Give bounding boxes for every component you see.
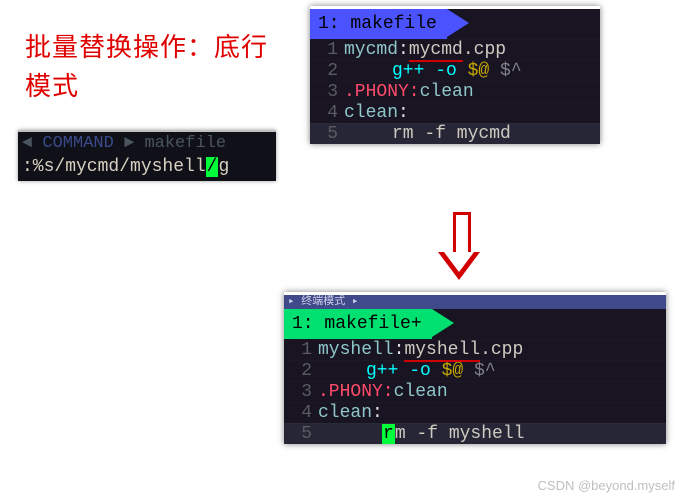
gutter: 1 — [284, 340, 318, 360]
vim-command-line[interactable]: :%s/mycmd/myshell/g — [18, 155, 276, 181]
gutter: 4 — [284, 403, 318, 423]
caption: 批量替换操作：底行 模式 — [25, 28, 268, 106]
target: mycmd — [344, 40, 398, 60]
gutter: 5 — [284, 424, 318, 444]
cmd-cursor: / — [206, 157, 219, 177]
code-line: 2g++ -o $@ $^ — [284, 360, 666, 381]
tab-name: makefile+ — [324, 314, 421, 334]
status-file: makefile — [144, 134, 226, 153]
code-line: 1mycmd:mycmd.cpp — [310, 39, 600, 60]
caption-line2: 模式 — [25, 71, 79, 101]
editor-after: ▸ 终端模式 ▸ 1: makefile+ 1myshell:myshell.c… — [284, 292, 666, 444]
arrow-down-icon — [438, 212, 480, 282]
tab-bar: 1: makefile — [310, 9, 600, 39]
gutter: 3 — [310, 82, 344, 102]
vim-status-bar: ◄ COMMAND ► makefile :%s/mycmd/myshell/g — [18, 130, 276, 181]
tab-index: 1: — [292, 314, 314, 334]
code-line: 5rm -f mycmd — [310, 123, 600, 144]
tab-index: 1: — [318, 14, 340, 34]
watermark: CSDN @beyond.myself — [538, 478, 675, 493]
status-row-mode: ◄ COMMAND ► makefile — [18, 130, 276, 155]
cmd-prefix: :%s/mycmd/myshell — [22, 157, 206, 177]
code-line: 4clean: — [284, 402, 666, 423]
code-line: 4clean: — [310, 102, 600, 123]
code-line: 3.PHONY:clean — [310, 81, 600, 102]
status-sep: ► — [124, 134, 144, 153]
caption-line1: 批量替换操作：底行 — [25, 32, 268, 62]
gutter: 2 — [310, 61, 344, 81]
vim-mode: COMMAND — [42, 134, 113, 153]
gutter: 3 — [284, 382, 318, 402]
gutter: 2 — [284, 361, 318, 381]
editor-before: 1: makefile 1mycmd:mycmd.cpp 2g++ -o $@ … — [310, 6, 600, 144]
code-line: 5rm -f myshell — [284, 423, 666, 444]
gutter: 1 — [310, 40, 344, 60]
gutter: 4 — [310, 103, 344, 123]
gutter: 5 — [310, 124, 344, 144]
dep-underlined: mycmd — [409, 40, 463, 60]
tab-makefile-mod[interactable]: 1: makefile+ — [284, 309, 432, 339]
top-strip: ▸ 终端模式 ▸ — [284, 295, 666, 309]
dep-underlined: myshell — [404, 340, 480, 360]
cursor: r — [382, 424, 395, 444]
code-line: 3.PHONY:clean — [284, 381, 666, 402]
tab-name: makefile — [350, 14, 436, 34]
tab-bar: 1: makefile+ — [284, 309, 666, 339]
status-leading: ◄ — [22, 134, 42, 153]
code-line: 1myshell:myshell.cpp — [284, 339, 666, 360]
target: myshell — [318, 340, 394, 360]
tab-makefile[interactable]: 1: makefile — [310, 9, 447, 39]
cmd-suffix: g — [218, 157, 229, 177]
code-line: 2g++ -o $@ $^ — [310, 60, 600, 81]
